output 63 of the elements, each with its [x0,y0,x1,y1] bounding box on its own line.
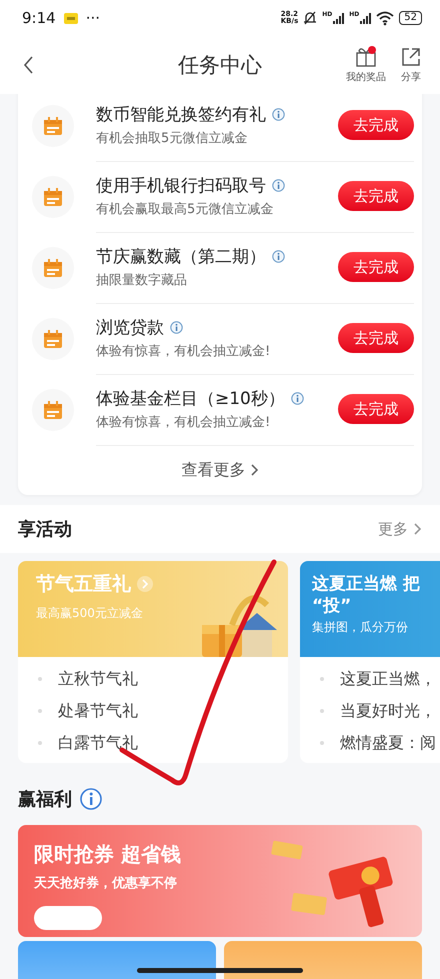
arrow-circle-icon [137,576,153,592]
calendar-icon [43,258,63,278]
complete-button[interactable]: 去完成 [338,110,414,140]
share-button[interactable]: 分享 [400,46,422,84]
activity-item[interactable]: 当夏好时光， [340,700,436,722]
complete-button[interactable]: 去完成 [338,394,414,424]
calendar-icon [43,186,63,206]
task-subtitle: 有机会赢取最高5元微信立减金 [96,201,274,218]
activity-item[interactable]: 这夏正当燃， [340,668,436,690]
chevron-right-icon [413,523,422,535]
task-subtitle: 体验有惊喜，有机会抽立减金! [96,414,272,431]
task-subtitle: 有机会抽取5元微信立减金 [96,130,248,147]
section-title: 赢福利 [18,788,72,811]
more-dots: ··· [86,9,100,27]
share-icon [400,46,422,68]
banner-subtitle: 集拼图，瓜分万份 [312,619,409,636]
task-title: 体验基金栏目（≥10秒） [96,388,285,410]
banner-title: 限时抢券 超省钱 [34,841,182,868]
grab-button[interactable] [34,906,102,930]
banner-title: “投” [312,595,352,617]
app-notification-icon [64,12,78,24]
info-icon [272,250,285,263]
battery-level: 52 [399,11,422,25]
back-icon[interactable] [22,55,34,75]
banner-title: 这夏正当燃 把 [312,573,420,595]
prizes-button[interactable]: 我的奖品 [346,46,386,84]
task-title: 节庆赢数藏（第二期） [96,246,266,268]
complete-button[interactable]: 去完成 [338,252,414,282]
activity-item[interactable]: 燃情盛夏：阅 [340,732,436,754]
banner-subtitle: 天天抢好券，优惠享不停 [34,874,178,892]
calendar-icon [43,400,63,420]
calendar-icon [43,328,63,348]
info-icon [272,108,285,121]
info-icon [272,179,285,192]
activity-card[interactable]: 节气五重礼 最高赢500元立减金 立秋节气礼 处暑节气礼 白露节气礼 [18,561,288,763]
task-title: 数币智能兑换签约有礼 [96,104,266,126]
task-subtitle: 体验有惊喜，有机会抽立减金! [96,343,272,360]
activity-item[interactable]: 立秋节气礼 [58,668,138,690]
info-icon[interactable] [80,788,102,810]
activity-item[interactable]: 处暑节气礼 [58,700,138,722]
calendar-icon [43,116,63,136]
activity-item[interactable]: 白露节气礼 [58,732,138,754]
banner-subtitle: 最高赢500元立减金 [36,605,144,622]
banner-title: 节气五重礼 [36,573,131,595]
task-subtitle: 抽限量数字藏品 [96,272,188,289]
view-more-link[interactable]: 查看更多 [182,460,258,480]
signal-icon [360,12,372,24]
wifi-icon [376,10,394,26]
section-title: 享活动 [18,518,72,541]
status-time: 9:14 [22,9,56,27]
chevron-right-icon [250,464,258,476]
complete-button[interactable]: 去完成 [338,181,414,211]
complete-button[interactable]: 去完成 [338,323,414,353]
info-icon [290,392,304,405]
signal-icon [333,12,344,24]
info-icon [170,321,183,334]
muted-bell-icon [303,11,318,25]
activity-card[interactable]: 这夏正当燃 把 “投” 集拼图，瓜分万份 这夏正当燃， 当夏好时光， 燃情盛夏：阅 [300,561,440,763]
task-title: 使用手机银行扫码取号 [96,175,266,197]
gift-icon [355,46,377,68]
page-title: 任务中心 [178,53,262,77]
more-link[interactable]: 更多 [378,520,422,538]
task-title: 浏览贷款 [96,317,164,339]
